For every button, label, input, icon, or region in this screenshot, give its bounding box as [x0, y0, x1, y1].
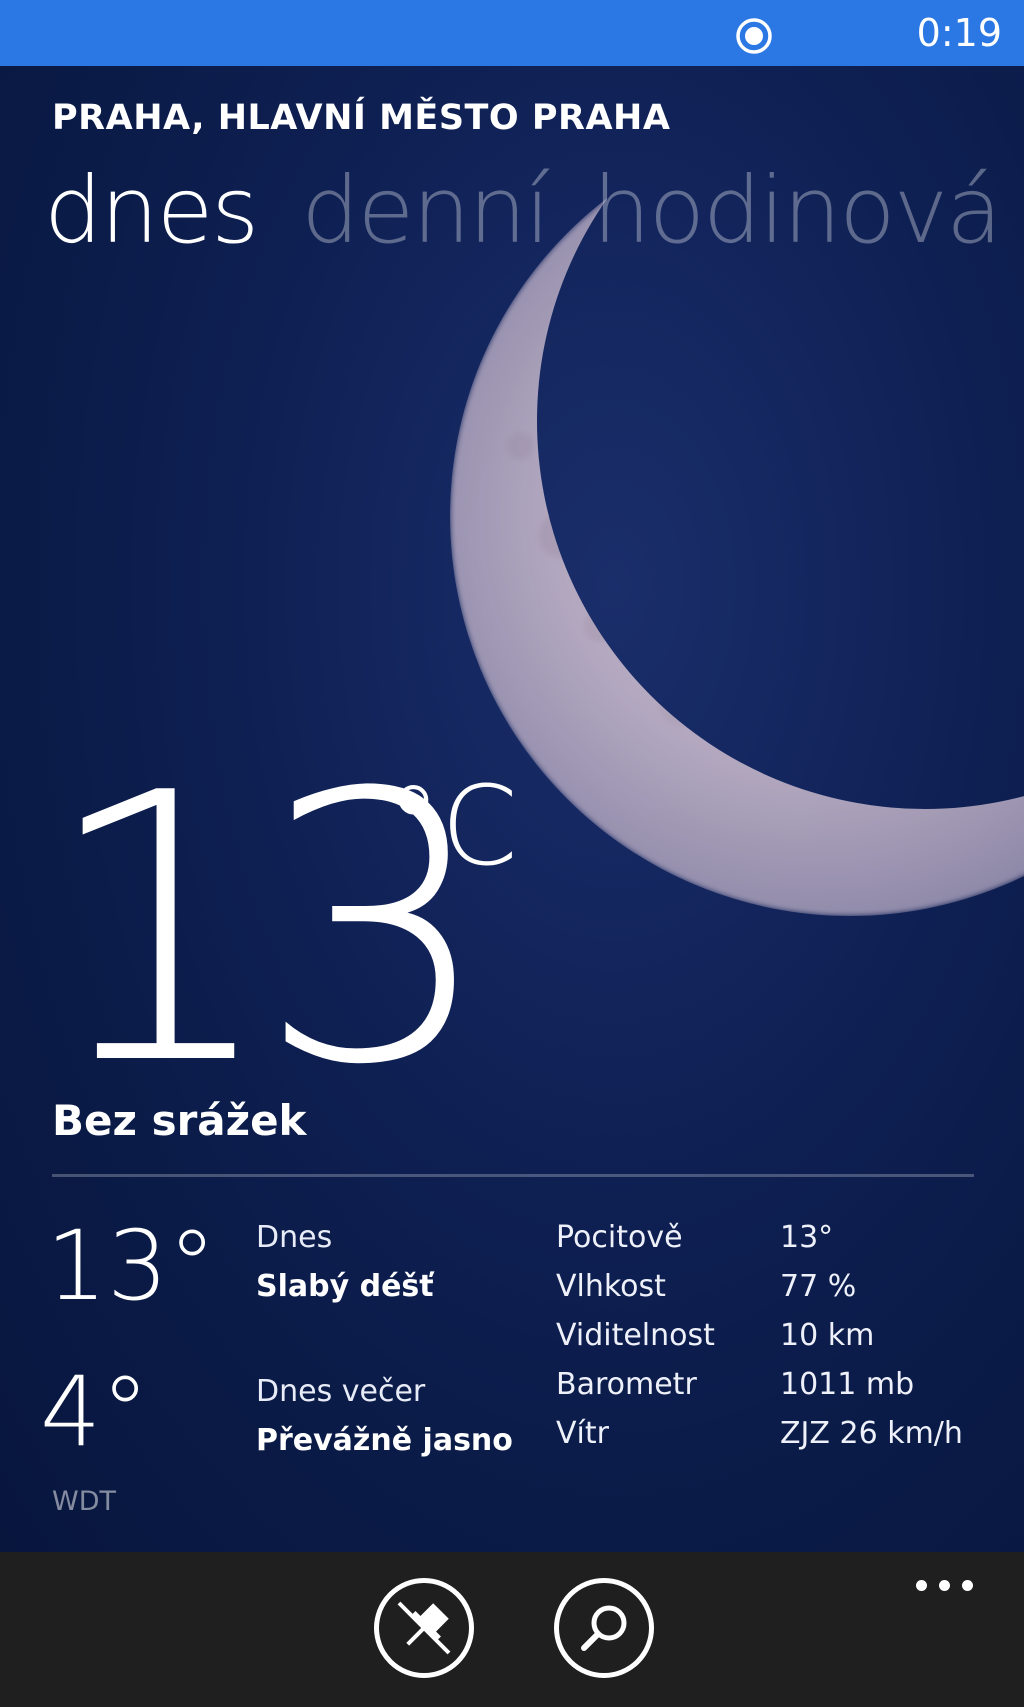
status-time: 0:19 [916, 11, 1002, 55]
location-title: PRAHA, HLAVNÍ MĚSTO PRAHA [52, 98, 671, 138]
search-icon [581, 1605, 627, 1651]
weather-screen: 0:19 PRAHA, HLAVNÍ MĚSTO PRAHA dnes denn… [0, 0, 1024, 1707]
search-button[interactable] [554, 1578, 654, 1678]
high-temperature: 13° [46, 1210, 217, 1322]
detail-value-visibility: 10 km [780, 1318, 875, 1353]
status-bar: 0:19 [0, 0, 1024, 66]
pin-button[interactable] [374, 1578, 474, 1678]
tab-denni[interactable]: denní [301, 156, 550, 266]
detail-label-wind: Vítr [556, 1416, 609, 1451]
app-bar [0, 1552, 1024, 1707]
temperature-unit: °C [386, 762, 518, 890]
tab-dnes[interactable]: dnes [44, 156, 259, 266]
detail-label-humidity: Vlhkost [556, 1269, 666, 1304]
high-condition: Slabý déšť [256, 1269, 434, 1304]
radio-icon [736, 18, 772, 54]
pivot-header: dnesdenníhodinováma [44, 156, 1024, 266]
pin-icon [397, 1601, 451, 1655]
detail-value-feels: 13° [780, 1220, 834, 1255]
detail-label-barometer: Barometr [556, 1367, 697, 1402]
detail-value-wind: ZJZ 26 km/h [780, 1416, 963, 1451]
detail-value-humidity: 77 % [780, 1269, 857, 1304]
detail-value-barometer: 1011 mb [780, 1367, 915, 1402]
tab-hodinova[interactable]: hodinová [592, 156, 1002, 266]
detail-label-visibility: Viditelnost [556, 1318, 715, 1353]
detail-label-feels: Pocitově [556, 1220, 683, 1255]
high-period-label: Dnes [256, 1220, 333, 1255]
low-temperature: 4° [40, 1356, 150, 1468]
more-icon[interactable] [916, 1570, 976, 1600]
low-period-label: Dnes večer [256, 1374, 426, 1409]
main-panel: PRAHA, HLAVNÍ MĚSTO PRAHA dnes denní hodin… [0, 66, 1024, 1552]
divider [52, 1174, 974, 1177]
data-source: WDT [52, 1486, 116, 1517]
current-condition: Bez srážek [52, 1096, 307, 1145]
low-condition: Převážně jasno [256, 1423, 513, 1458]
